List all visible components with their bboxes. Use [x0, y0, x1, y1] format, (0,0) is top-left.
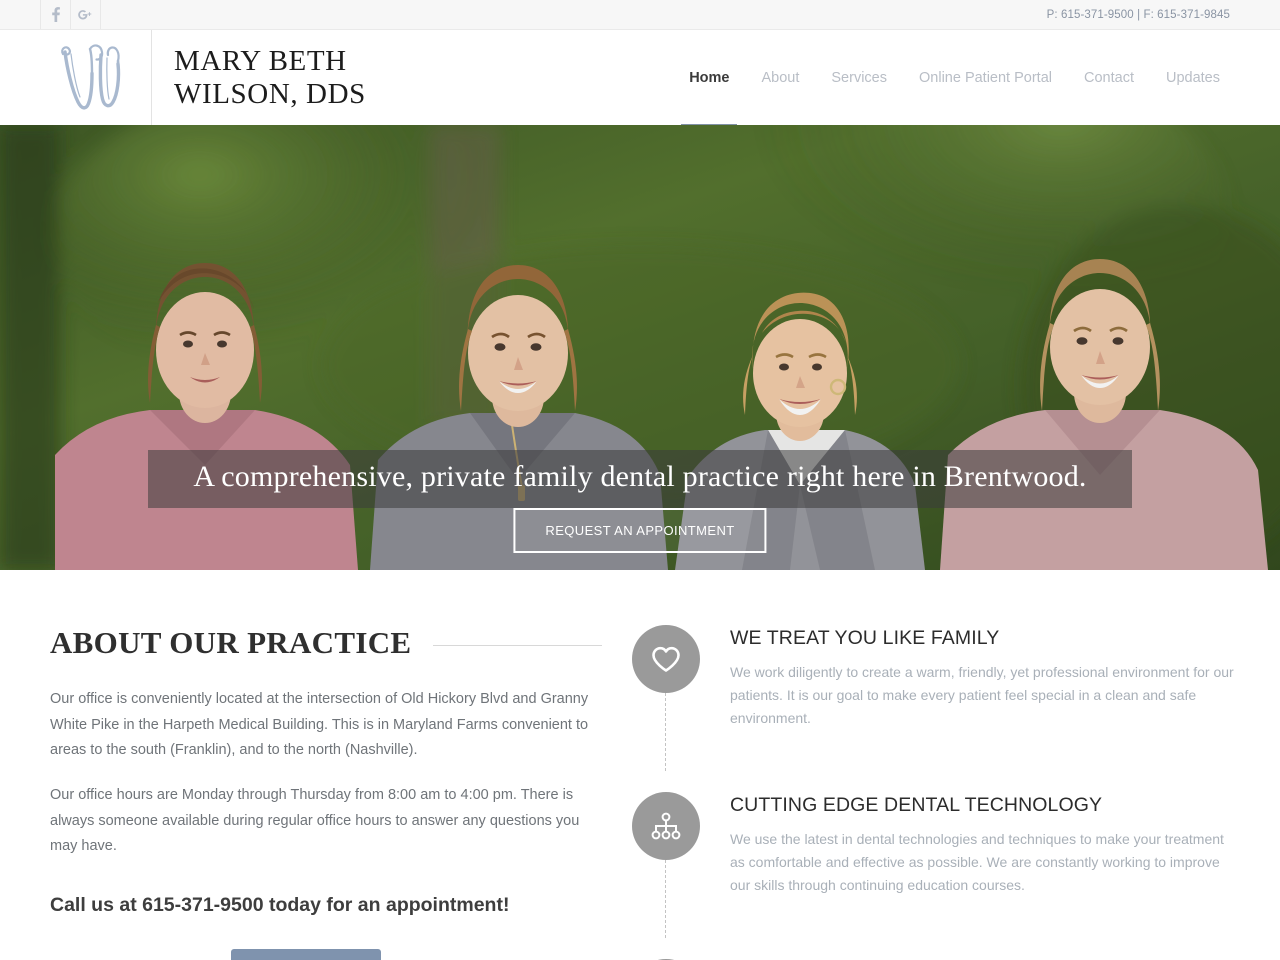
brand-name-line2: WILSON, DDS: [174, 77, 366, 110]
contact-phone-fax: P: 615-371-9500 | F: 615-371-9845: [1046, 8, 1230, 21]
meet-the-team-button[interactable]: Meet the Team: [231, 949, 381, 960]
main-navigation: Home About Services Online Patient Porta…: [673, 30, 1236, 128]
nav-item-online-patient-portal[interactable]: Online Patient Portal: [903, 30, 1068, 125]
feature-item: WE TREAT YOU LIKE FAMILY We work diligen…: [632, 625, 1240, 771]
nav-item-home[interactable]: Home: [673, 30, 745, 128]
request-appointment-button[interactable]: REQUEST AN APPOINTMENT: [513, 508, 767, 553]
feature-icon-wrap: [632, 625, 708, 771]
feature-item: CUTTING EDGE DENTAL TECHNOLOGY We use th…: [632, 791, 1240, 938]
about-practice-section: ABOUT OUR PRACTICE Our office is conveni…: [0, 625, 612, 960]
site-header: MARY BETH WILSON, DDS Home About Service…: [0, 30, 1280, 128]
features-section: WE TREAT YOU LIKE FAMILY We work diligen…: [612, 625, 1280, 960]
page-title: ABOUT OUR PRACTICE: [50, 625, 412, 660]
about-paragraph-1: Our office is conveniently located at th…: [50, 691, 589, 759]
google-plus-icon[interactable]: [70, 0, 101, 29]
top-utility-bar: P: 615-371-9500 | F: 615-371-9845: [0, 0, 1280, 30]
brand-logo[interactable]: MARY BETH WILSON, DDS: [44, 30, 366, 125]
sitemap-icon: [632, 791, 700, 860]
nav-item-updates[interactable]: Updates: [1150, 30, 1236, 125]
brand-name: MARY BETH WILSON, DDS: [174, 45, 366, 111]
script-w-monogram-icon: [44, 30, 152, 125]
about-paragraph-2: Our office hours are Monday through Thur…: [50, 786, 580, 855]
features-list: WE TREAT YOU LIKE FAMILY We work diligen…: [632, 625, 1240, 960]
feature-text: WE TREAT YOU LIKE FAMILY We work diligen…: [708, 625, 1240, 730]
social-links: [40, 0, 101, 29]
feature-icon-wrap: [632, 791, 708, 938]
about-title-row: ABOUT OUR PRACTICE: [50, 625, 602, 661]
hero-caption-text: A comprehensive, private family dental p…: [193, 460, 1087, 493]
nav-item-services[interactable]: Services: [815, 30, 903, 125]
feature-body: We work diligently to create a warm, fri…: [730, 664, 1234, 727]
feature-body: We use the latest in dental technologies…: [730, 831, 1224, 893]
facebook-icon[interactable]: [40, 0, 71, 29]
hero-banner: A comprehensive, private family dental p…: [0, 125, 1280, 570]
brand-name-line1: MARY BETH: [174, 44, 347, 77]
feature-title: WE TREAT YOU LIKE FAMILY: [730, 627, 1000, 649]
nav-item-contact[interactable]: Contact: [1068, 30, 1150, 125]
feature-title: CUTTING EDGE DENTAL TECHNOLOGY: [730, 793, 1103, 816]
heart-icon: [632, 625, 700, 693]
nav-item-about[interactable]: About: [745, 30, 815, 125]
feature-text: CUTTING EDGE DENTAL TECHNOLOGY We use th…: [708, 792, 1240, 897]
call-us-callout: Call us at 615-371-9500 today for an app…: [50, 893, 510, 916]
hero-caption: A comprehensive, private family dental p…: [148, 450, 1132, 508]
meet-team-button-wrap: Meet the Team: [50, 949, 602, 960]
title-divider: [433, 644, 602, 646]
main-content: ABOUT OUR PRACTICE Our office is conveni…: [0, 570, 1280, 960]
